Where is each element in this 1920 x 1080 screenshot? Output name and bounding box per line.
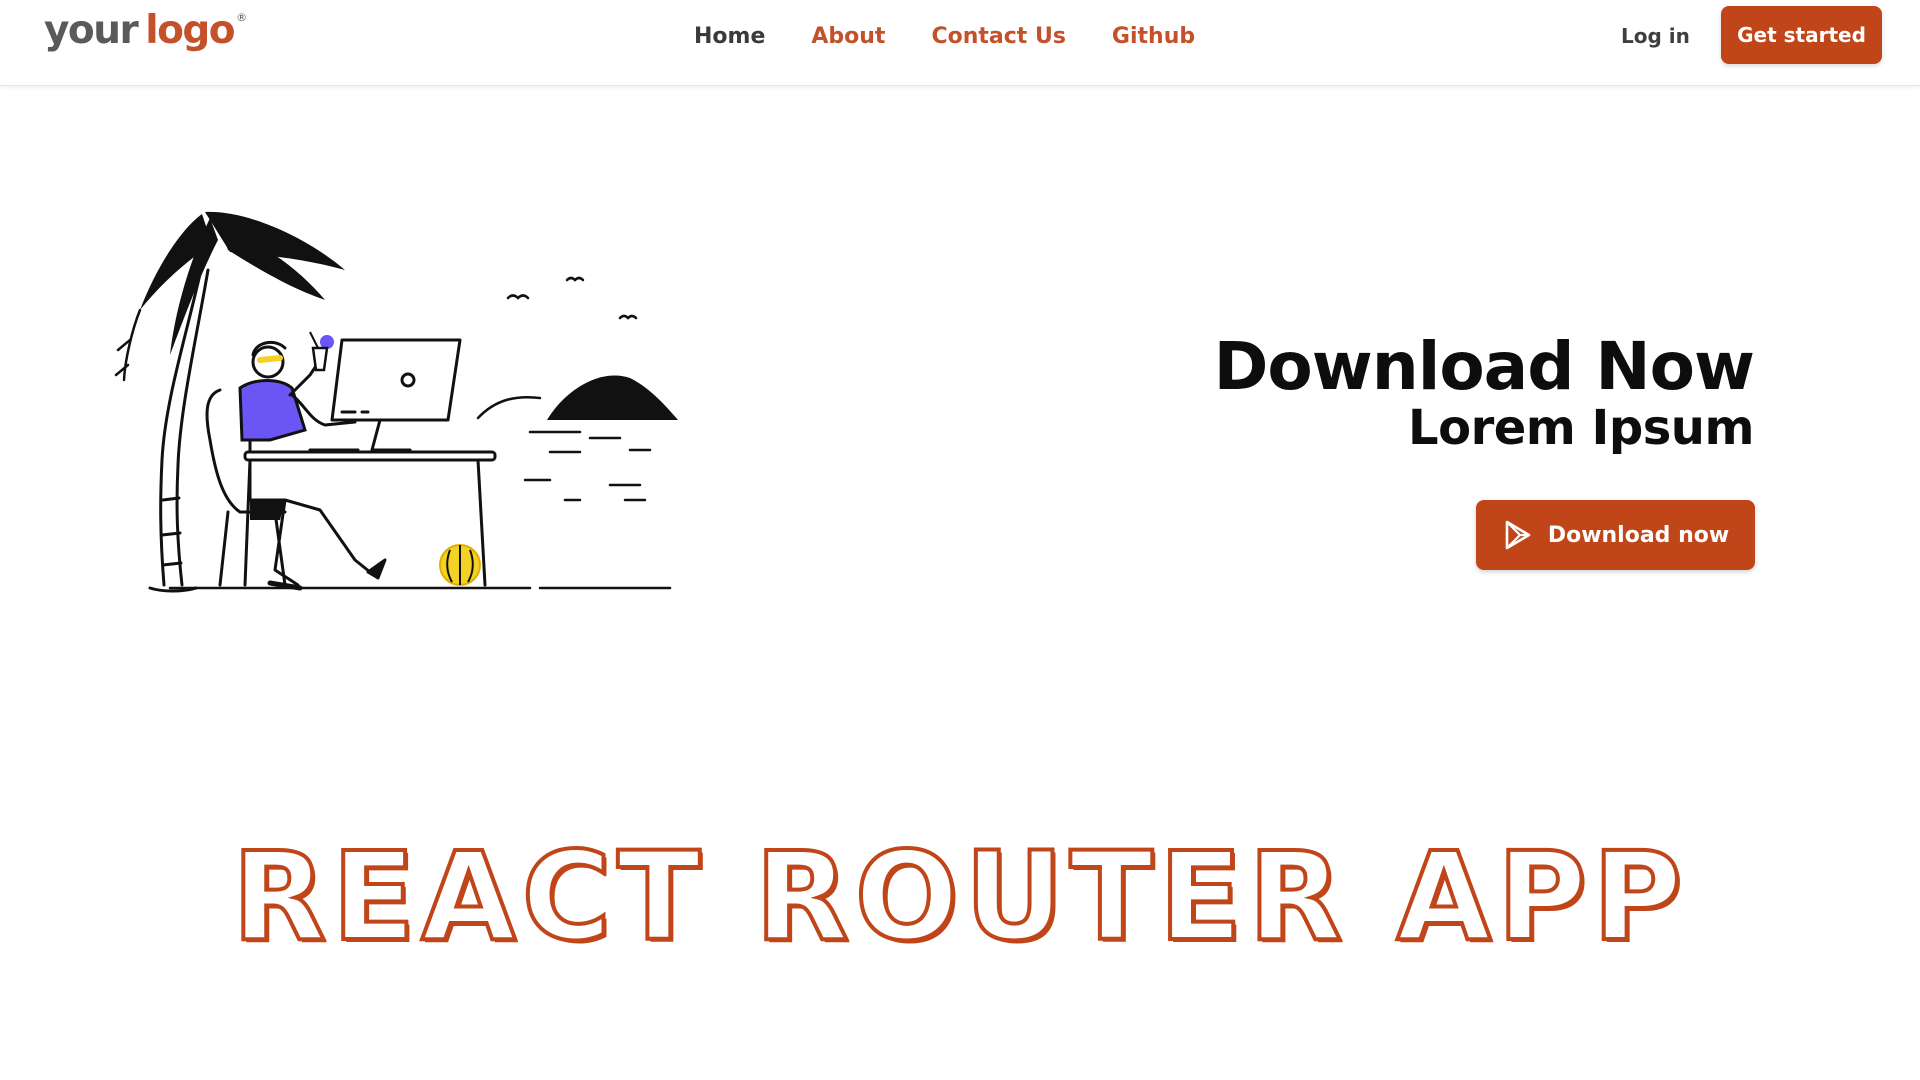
- logo-text-logo: logo: [145, 8, 235, 53]
- palm-leaves: [140, 211, 345, 355]
- play-store-icon: [1505, 520, 1531, 550]
- get-started-button[interactable]: Get started: [1721, 6, 1882, 64]
- logo-text-your: your: [44, 8, 139, 53]
- navbar: your logo ® Home About Contact Us Github…: [0, 0, 1920, 86]
- drink: [309, 331, 334, 372]
- nav-link-github[interactable]: Github: [1112, 24, 1195, 49]
- island-shape: [547, 375, 678, 420]
- hero-title: Download Now: [1213, 328, 1755, 405]
- beach-ball: [439, 544, 481, 586]
- main-nav: Home About Contact Us Github: [694, 0, 1195, 72]
- registered-mark: ®: [236, 11, 247, 24]
- download-button-label: Download now: [1547, 522, 1730, 548]
- login-link[interactable]: Log in: [1621, 20, 1690, 52]
- page-banner-title: REACT ROUTER APP: [230, 824, 1688, 970]
- nav-link-contact[interactable]: Contact Us: [931, 24, 1065, 49]
- logo[interactable]: your logo ®: [44, 8, 247, 68]
- download-now-button[interactable]: Download now: [1476, 500, 1755, 570]
- hero-subtitle: Lorem Ipsum: [1408, 400, 1755, 456]
- nav-link-about[interactable]: About: [811, 24, 885, 49]
- hero-illustration: [114, 211, 678, 593]
- nav-link-home[interactable]: Home: [694, 24, 765, 49]
